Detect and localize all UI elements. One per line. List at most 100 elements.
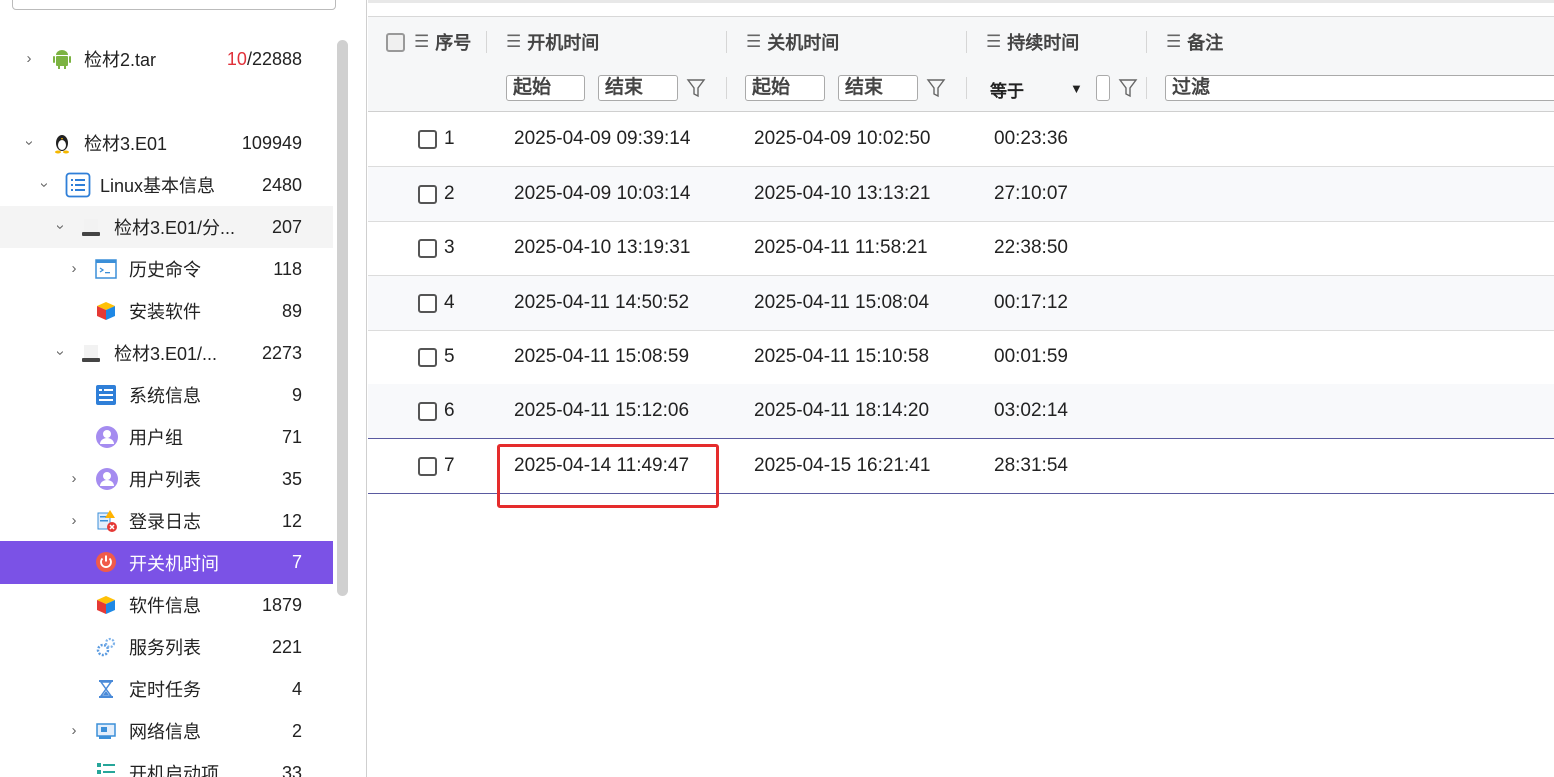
shutdown-time-cell: 2025-04-11 15:08:04 [754,292,930,313]
column-separator [1146,77,1147,99]
dropdown-arrow-icon[interactable]: ▼ [1070,81,1083,96]
row-checkbox[interactable] [418,401,437,421]
duration-value-filter[interactable] [1096,75,1110,101]
row-checkbox[interactable] [418,238,437,258]
boot-end-filter[interactable]: 结束 [598,75,678,101]
toolbar-edge [368,0,1554,3]
row-checkbox-cell[interactable]: 2 [418,167,455,221]
row-checkbox-cell[interactable]: 7 [418,439,455,493]
table-row[interactable]: 6 2025-04-11 15:12:06 2025-04-11 18:14:2… [368,384,1554,439]
row-checkbox[interactable] [418,129,437,149]
row-checkbox-cell[interactable]: 4 [418,276,455,330]
select-all-checkbox[interactable] [386,32,405,52]
tree-item-partition-2[interactable]: › 检材3.E01/... 2273 [0,332,333,374]
panel-divider[interactable] [366,0,367,777]
tree-item-login-log[interactable]: › 登录日志 12 [0,500,333,542]
column-menu-icon[interactable]: ☰ [1166,32,1181,52]
row-checkbox-cell[interactable]: 3 [418,221,455,275]
header-shutdown-time[interactable]: ☰ 关机时间 [746,17,839,67]
column-separator [726,77,727,99]
column-menu-icon[interactable]: ☰ [986,32,1001,52]
table-row[interactable]: 1 2025-04-09 09:39:14 2025-04-09 10:02:5… [368,112,1554,167]
shutdown-time-cell: 2025-04-09 10:02:50 [754,128,931,149]
tree-item-label: 检材2.tar [84,50,157,70]
table-row[interactable]: 3 2025-04-10 13:19:31 2025-04-11 11:58:2… [368,221,1554,276]
tree-item-partition-1[interactable]: › 检材3.E01/分... 207 [0,206,333,248]
chevron-right-icon[interactable]: › [67,261,81,276]
tree-item-count: 118 [273,258,302,279]
filter-funnel-icon[interactable] [1118,77,1138,99]
tree-item-evidence2[interactable]: › 检材2.tar 10/22888 [0,38,333,80]
boot-time-cell: 2025-04-11 14:50:52 [514,292,690,313]
chevron-down-icon[interactable]: › [52,220,69,234]
table-row[interactable]: 4 2025-04-11 14:50:52 2025-04-11 15:08:0… [368,276,1554,331]
column-separator[interactable] [1146,31,1147,53]
tree-item-installed-software[interactable]: 安装软件 89 [0,290,333,332]
startup-list-icon [97,763,115,774]
header-label: 持续时间 [1007,33,1080,53]
tree-item-count: 9 [291,384,302,405]
column-separator[interactable] [486,31,487,53]
row-checkbox[interactable] [418,293,437,313]
chevron-right-icon[interactable]: › [67,471,81,486]
row-checkbox[interactable] [418,184,437,204]
row-checkbox[interactable] [418,456,437,476]
tree-item-power-times[interactable]: 开关机时间 7 [0,541,333,584]
chevron-down-icon[interactable]: › [36,178,53,192]
tree-item-software-info[interactable]: 软件信息 1879 [0,584,333,626]
shutdown-time-cell: 2025-04-11 18:14:20 [754,400,930,421]
chevron-down-icon[interactable]: › [52,346,69,360]
cube-icon [97,596,115,614]
tree-item-system-info[interactable]: 系统信息 9 [0,374,333,416]
column-separator[interactable] [726,31,727,53]
tree-item-network-info[interactable]: › 网络信息 2 [0,710,333,752]
tree-item-count: 1879 [261,594,302,615]
header-note[interactable]: ☰ 备注 [1166,17,1223,67]
tree-item-service-list[interactable]: 服务列表 221 [0,626,333,668]
column-menu-icon[interactable]: ☰ [506,32,521,52]
tree-item-startup-items[interactable]: 开机启动项 33 [0,752,333,777]
tree-item-history-commands[interactable]: › 历史命令 118 [0,248,333,290]
chevron-down-icon[interactable]: › [21,136,38,150]
filter-funnel-icon[interactable] [926,77,946,99]
header-boot-time[interactable]: ☰ 开机时间 [506,17,599,67]
tree-item-user-groups[interactable]: 用户组 71 [0,416,333,458]
boot-start-filter[interactable]: 起始 [506,75,585,101]
table-row[interactable]: 2 2025-04-09 10:03:14 2025-04-10 13:13:2… [368,167,1554,222]
row-checkbox-cell[interactable]: 5 [418,330,455,384]
chevron-right-icon[interactable]: › [22,51,36,66]
tree-item-label: 历史命令 [129,260,201,280]
gears-icon [96,637,116,657]
tree-item-linux-basic-info[interactable]: › Linux基本信息 2480 [0,164,333,206]
chevron-right-icon[interactable]: › [67,723,81,738]
row-checkbox[interactable] [418,347,437,367]
note-filter-input[interactable]: 过滤 [1165,75,1554,101]
duration-cell: 03:02:14 [994,400,1068,421]
shutdown-start-filter[interactable]: 起始 [745,75,825,101]
tree-search-input[interactable] [12,0,336,10]
user-icon [96,468,118,490]
tree-item-evidence3[interactable]: › 检材3.E01 109949 [0,122,333,164]
column-separator [966,77,967,99]
row-checkbox-cell[interactable]: 6 [418,384,455,438]
chevron-right-icon[interactable]: › [67,513,81,528]
filter-funnel-icon[interactable] [686,77,706,99]
duration-operator-select[interactable]: 等于 [990,77,1024,102]
column-menu-icon[interactable]: ☰ [746,32,761,52]
column-separator[interactable] [966,31,967,53]
header-index[interactable]: ☰ 序号 [386,17,471,67]
shutdown-end-filter[interactable]: 结束 [838,75,918,101]
tree-scrollbar[interactable] [337,40,348,596]
tree-item-user-list[interactable]: › 用户列表 35 [0,458,333,500]
boot-time-cell: 2025-04-09 10:03:14 [514,183,691,204]
power-icon [96,552,116,572]
tree-item-label: 开关机时间 [129,553,219,574]
cube-icon [97,302,115,320]
tree-item-scheduled-tasks[interactable]: 定时任务 4 [0,668,333,710]
row-checkbox-cell[interactable]: 1 [418,112,455,166]
column-menu-icon[interactable]: ☰ [414,32,429,52]
table-row[interactable]: 5 2025-04-11 15:08:59 2025-04-11 15:10:5… [368,330,1554,385]
header-label: 开机时间 [527,33,600,53]
header-duration[interactable]: ☰ 持续时间 [986,17,1079,67]
tree-item-label: 用户列表 [129,470,201,490]
